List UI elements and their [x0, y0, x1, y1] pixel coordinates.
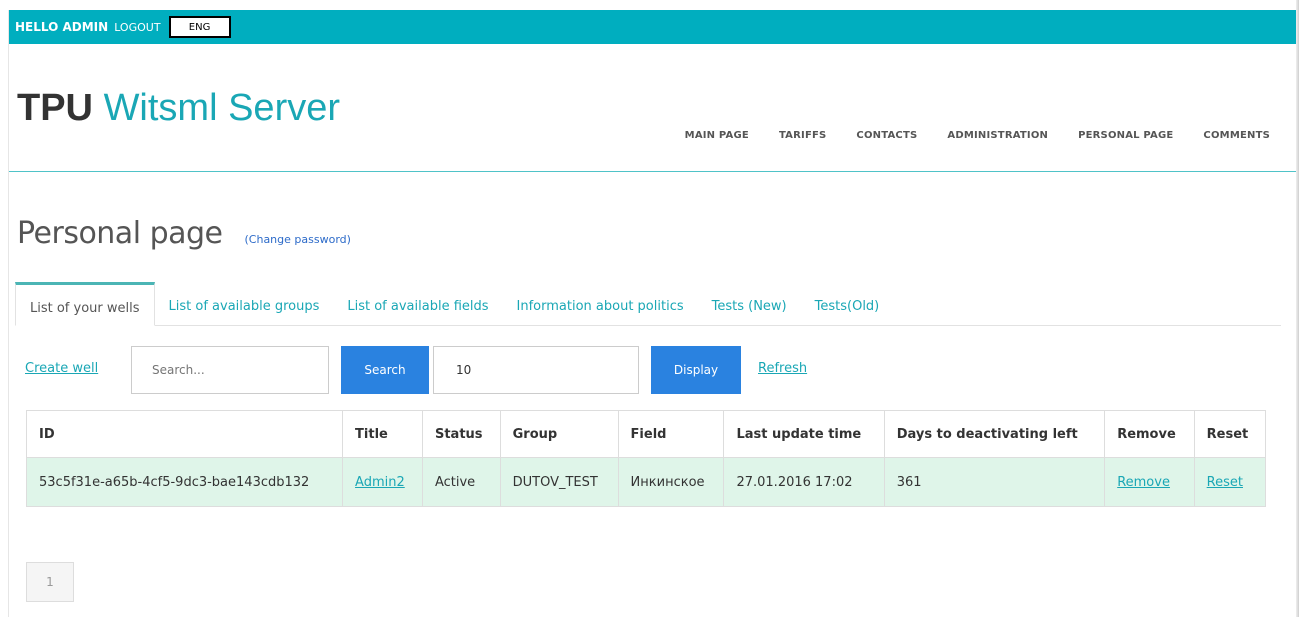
page-title: Personal page	[17, 216, 223, 251]
tab-tests-new[interactable]: Tests (New)	[698, 287, 801, 325]
brand-witsml-server: Witsml Server	[103, 87, 341, 129]
reset-link[interactable]: Reset	[1207, 475, 1243, 490]
page: HELLO ADMIN LOGOUT ENG TPU Witsml Server…	[8, 10, 1296, 617]
col-reset: Reset	[1193, 410, 1267, 458]
col-field: Field	[617, 410, 725, 458]
cell-last-update: 27.01.2016 17:02	[723, 457, 885, 507]
well-title-link[interactable]: Admin2	[355, 475, 405, 490]
pagination-page-1[interactable]: 1	[26, 562, 74, 602]
display-button[interactable]: Display	[651, 346, 741, 394]
cell-days-left: 361	[883, 457, 1106, 507]
main-nav: MAIN PAGE TARIFFS CONTACTS ADMINISTRATIO…	[685, 130, 1270, 141]
tab-available-groups[interactable]: List of available groups	[155, 287, 334, 325]
col-title: Title	[342, 410, 423, 458]
cell-status: Active	[421, 457, 501, 507]
language-selector[interactable]: ENG	[168, 16, 231, 38]
logout-link[interactable]: LOGOUT	[114, 21, 160, 34]
refresh-link[interactable]: Refresh	[758, 361, 807, 376]
col-last-update: Last update time	[723, 410, 885, 458]
cell-title: Admin2	[342, 457, 423, 507]
tab-bar: List of your wells List of available gro…	[15, 275, 1281, 326]
cell-reset: Reset	[1193, 457, 1267, 507]
nav-administration[interactable]: ADMINISTRATION	[947, 130, 1048, 141]
col-days-left: Days to deactivating left	[883, 410, 1106, 458]
search-input[interactable]	[131, 346, 329, 394]
tab-tests-old[interactable]: Tests(Old)	[801, 287, 894, 325]
table-header-row: ID Title Status Group Field Last update …	[25, 410, 1267, 458]
brand-logo[interactable]: TPU Witsml Server	[17, 86, 340, 130]
cell-field: Инкинское	[617, 457, 725, 507]
col-id: ID	[25, 410, 344, 458]
tab-politics[interactable]: Information about politics	[503, 287, 698, 325]
nav-tariffs[interactable]: TARIFFS	[779, 130, 826, 141]
top-bar: HELLO ADMIN LOGOUT ENG	[9, 10, 1296, 44]
page-heading: Personal page (Change password)	[17, 216, 351, 251]
greeting: HELLO ADMIN	[15, 20, 109, 34]
cell-group: DUTOV_TEST	[499, 457, 619, 507]
wells-table: ID Title Status Group Field Last update …	[25, 410, 1267, 507]
nav-contacts[interactable]: CONTACTS	[856, 130, 917, 141]
change-password-link[interactable]: (Change password)	[245, 233, 351, 246]
nav-personal-page[interactable]: PERSONAL PAGE	[1078, 130, 1173, 141]
create-well-link[interactable]: Create well	[25, 361, 98, 376]
toolbar: Create well Search Display Refresh	[23, 346, 1273, 394]
brand-tpu: TPU	[17, 87, 93, 129]
cell-id: 53c5f31e-a65b-4cf5-9dc3-bae143cdb132	[25, 457, 344, 507]
table-row: 53c5f31e-a65b-4cf5-9dc3-bae143cdb132 Adm…	[25, 457, 1267, 507]
remove-link[interactable]: Remove	[1117, 475, 1170, 490]
display-count-input[interactable]	[433, 346, 639, 394]
header: TPU Witsml Server MAIN PAGE TARIFFS CONT…	[9, 44, 1296, 172]
col-group: Group	[499, 410, 619, 458]
nav-main-page[interactable]: MAIN PAGE	[685, 130, 749, 141]
tab-your-wells[interactable]: List of your wells	[15, 282, 155, 326]
nav-comments[interactable]: COMMENTS	[1203, 130, 1270, 141]
col-remove: Remove	[1104, 410, 1195, 458]
cell-remove: Remove	[1104, 457, 1195, 507]
col-status: Status	[421, 410, 501, 458]
search-button[interactable]: Search	[341, 346, 429, 394]
tab-available-fields[interactable]: List of available fields	[333, 287, 502, 325]
